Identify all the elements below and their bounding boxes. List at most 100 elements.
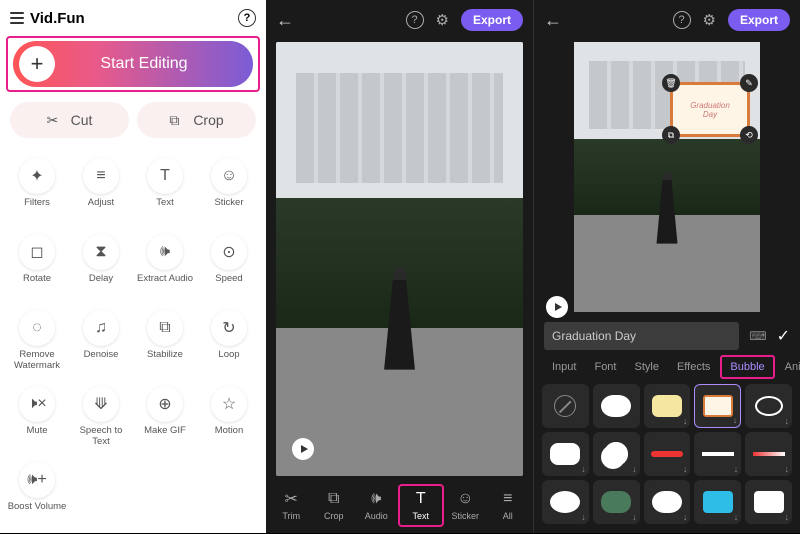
text-tab-effects[interactable]: Effects: [669, 357, 718, 377]
bubble-option[interactable]: ↓: [593, 432, 640, 476]
tool-motion[interactable]: ☆Motion: [198, 380, 260, 454]
tool-loop[interactable]: ↻Loop: [198, 304, 260, 378]
tool-adjust[interactable]: ≡Adjust: [70, 152, 132, 226]
download-icon: ↓: [581, 512, 586, 522]
start-editing-button[interactable]: + Start Editing: [13, 41, 253, 87]
tool-icon: ◌: [19, 310, 55, 346]
tool-speech-to-text[interactable]: ⟱Speech to Text: [70, 380, 132, 454]
copy-handle[interactable]: ⧉: [662, 126, 680, 144]
text-overlay[interactable]: Graduation Day 🗑 ✎ ⧉ ⟲: [658, 72, 762, 152]
tool-remove-watermark[interactable]: ◌ Remove Watermark: [6, 304, 68, 378]
resize-handle[interactable]: ⟲: [740, 126, 758, 144]
text-tab-bubble[interactable]: Bubble: [720, 355, 774, 379]
text-tab-animation[interactable]: Animation: [777, 357, 800, 377]
tool-icon: ◻: [19, 234, 55, 270]
tool-label: Text: [156, 198, 173, 220]
export-button[interactable]: Export: [728, 9, 790, 31]
editor-tool-audio[interactable]: 🕪Audio: [355, 486, 398, 525]
edit-handle[interactable]: ✎: [740, 74, 758, 92]
video-preview[interactable]: [276, 42, 523, 476]
editor-panel: ← ? ⚙ Export ✂ Trim ⧉Crop🕪AudioTText☺Stick…: [266, 0, 533, 533]
download-icon: ↓: [581, 464, 586, 474]
tool-icon: 🕪: [371, 490, 381, 508]
tool-delay[interactable]: ⧗ Delay: [70, 228, 132, 302]
tool-sticker[interactable]: ☺Sticker: [198, 152, 260, 226]
start-editing-highlight: + Start Editing: [6, 36, 260, 92]
editor-tool-trim[interactable]: ✂ Trim: [270, 486, 313, 525]
tool-mute[interactable]: 🕨×Mute: [6, 380, 68, 454]
tool-label: Boost Volume: [8, 502, 67, 524]
bubble-option[interactable]: ↓: [694, 480, 741, 524]
tool-label: Rotate: [23, 274, 51, 296]
help-icon[interactable]: ?: [238, 9, 256, 27]
tool-icon: ≡: [503, 490, 512, 508]
tool-label: Motion: [215, 426, 244, 448]
tool-icon: ✂: [285, 490, 298, 508]
tool-icon: T: [416, 490, 426, 508]
bubble-option[interactable]: [593, 384, 640, 428]
tool-rotate[interactable]: ◻ Rotate: [6, 228, 68, 302]
back-icon[interactable]: ←: [276, 10, 294, 31]
bubble-option[interactable]: ↓: [694, 432, 741, 476]
tool-speed[interactable]: ⊙Speed: [198, 228, 260, 302]
settings-icon[interactable]: ⚙: [436, 11, 449, 29]
bubble-option[interactable]: ↓: [644, 384, 691, 428]
bubble-option[interactable]: ↓: [745, 480, 792, 524]
menu-icon[interactable]: [10, 12, 24, 24]
tool-icon: ⧗: [83, 234, 119, 270]
play-icon[interactable]: [546, 296, 568, 318]
tool-denoise[interactable]: ♫Denoise: [70, 304, 132, 378]
text-tab-font[interactable]: Font: [586, 357, 624, 377]
help-icon[interactable]: ?: [406, 11, 424, 29]
bubble-option[interactable]: ↓: [644, 480, 691, 524]
quick-tabs: ✂ Cut ⧉ Crop: [0, 92, 266, 148]
tool-filters[interactable]: ✦ Filters: [6, 152, 68, 226]
bubble-option[interactable]: ↓: [644, 432, 691, 476]
editor-header: ← ? ⚙ Export: [266, 0, 533, 40]
settings-icon[interactable]: ⚙: [703, 11, 716, 29]
help-icon[interactable]: ?: [673, 11, 691, 29]
keyboard-icon[interactable]: ⌨: [749, 329, 766, 343]
tool-label: Trim: [282, 511, 300, 521]
export-button[interactable]: Export: [461, 9, 523, 31]
text-tab-style[interactable]: Style: [626, 357, 666, 377]
editor-tool-crop[interactable]: ⧉Crop: [313, 486, 356, 525]
video-preview[interactable]: Graduation Day 🗑 ✎ ⧉ ⟲: [544, 42, 790, 312]
bubble-option-selected[interactable]: ↓: [694, 384, 741, 428]
tool-label: Delay: [89, 274, 113, 296]
download-icon: ↓: [632, 512, 637, 522]
tool-text[interactable]: TText: [134, 152, 196, 226]
tool-make-gif[interactable]: ⊕Make GIF: [134, 380, 196, 454]
tool-boost-volume[interactable]: 🕪+Boost Volume: [6, 456, 68, 530]
bubble-option[interactable]: ↓: [542, 432, 589, 476]
bubble-option[interactable]: ↓: [745, 384, 792, 428]
tool-extract-audio[interactable]: 🕪Extract Audio: [134, 228, 196, 302]
tool-label: Filters: [24, 198, 50, 220]
play-icon[interactable]: [292, 438, 314, 460]
confirm-icon[interactable]: ✓: [777, 326, 790, 346]
tool-label: Remove Watermark: [6, 350, 68, 372]
text-input-row: ⌨ ✓: [544, 322, 790, 350]
bubble-option[interactable]: ↓: [542, 480, 589, 524]
tool-icon: ✦: [19, 158, 55, 194]
text-tab-input[interactable]: Input: [544, 357, 584, 377]
overlay-line2: Day: [703, 110, 717, 119]
tool-label: Sticker: [451, 511, 479, 521]
editor-tool-sticker[interactable]: ☺Sticker: [444, 486, 487, 525]
cut-tab[interactable]: ✂ Cut: [10, 102, 129, 138]
bubble-option[interactable]: ↓: [593, 480, 640, 524]
tool-stabilize[interactable]: ⧉Stabilize: [134, 304, 196, 378]
text-input[interactable]: [544, 322, 739, 350]
editor-tool-all[interactable]: ≡All: [487, 486, 530, 525]
back-icon[interactable]: ←: [544, 10, 562, 31]
crop-tab[interactable]: ⧉ Crop: [137, 102, 256, 138]
delete-handle[interactable]: 🗑: [662, 74, 680, 92]
download-icon: ↓: [784, 512, 789, 522]
tool-icon: ↻: [211, 310, 247, 346]
start-editing-label: Start Editing: [55, 55, 253, 73]
bubble-none[interactable]: [542, 384, 589, 428]
tool-icon: ⊙: [211, 234, 247, 270]
tool-label: Mute: [26, 426, 47, 448]
bubble-option[interactable]: ↓: [745, 432, 792, 476]
editor-tool-text[interactable]: TText: [398, 484, 445, 527]
